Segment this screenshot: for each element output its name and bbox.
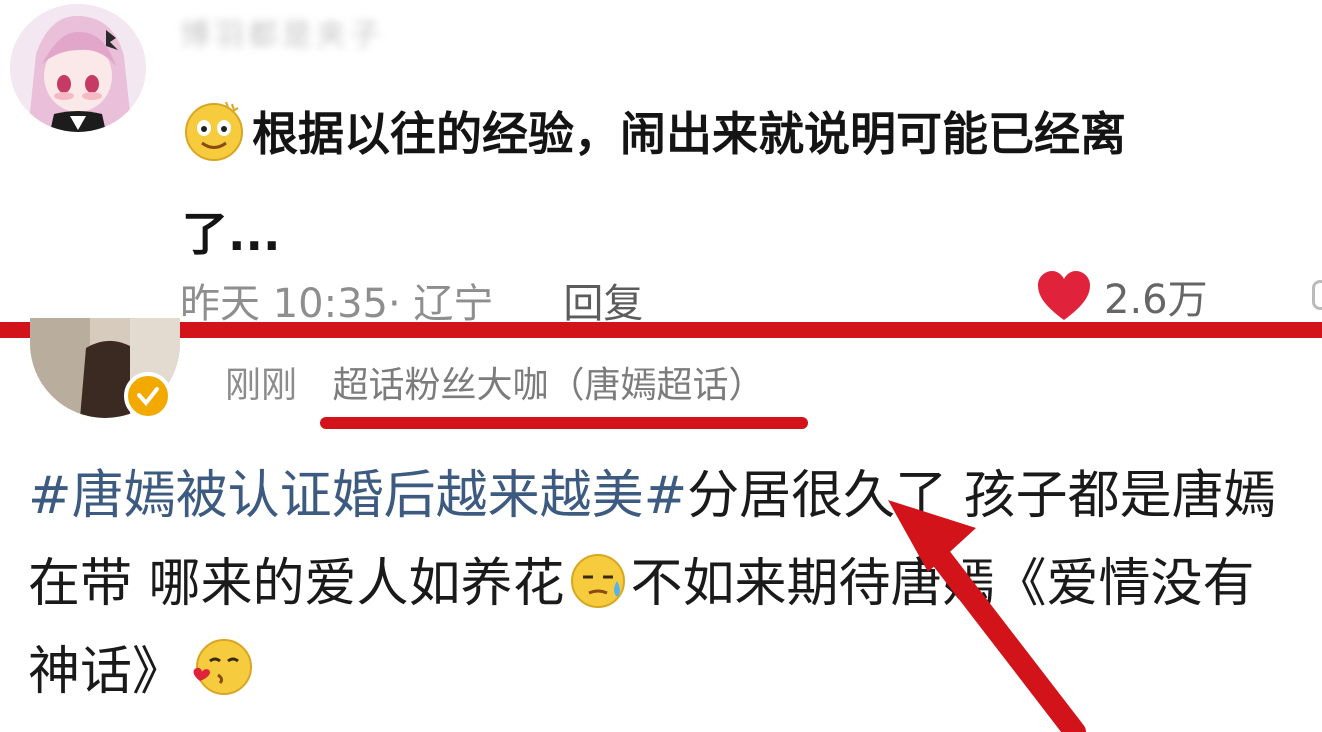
avatar-top-commenter[interactable] <box>10 4 146 132</box>
post-meta: 刚刚 超话粉丝大咖（唐嫣超话） <box>225 356 764 408</box>
time-location: 昨天 10:35· 辽宁 <box>180 281 494 327</box>
smile-emoji-icon <box>182 96 246 161</box>
sweat-emoji-icon <box>569 548 627 608</box>
verified-badge-icon <box>124 372 172 420</box>
red-separator-line <box>0 322 1322 338</box>
hashtag-link[interactable]: #唐嫣被认证婚后越来越美# <box>28 466 687 526</box>
kiss-emoji-icon <box>188 635 254 701</box>
supertopic-tag[interactable]: 超话粉丝大咖（唐嫣超话） <box>332 365 764 406</box>
comment-meta: 昨天 10:35· 辽宁 回复 <box>180 270 643 330</box>
red-underline-annotation <box>320 417 808 429</box>
comment-line-1: 根据以往的经验，闹出来就说明可能已经离 <box>252 107 1126 161</box>
post-time: 刚刚 <box>225 365 298 406</box>
comment-line-2: 了... <box>182 207 281 261</box>
username-blurred[interactable]: 博羽都是夹子 <box>180 10 500 53</box>
heart-icon <box>1038 271 1090 320</box>
reply-button[interactable]: 回复 <box>563 271 643 329</box>
like-button[interactable]: 2.6万 <box>1036 266 1208 326</box>
edge-fragment <box>1312 280 1322 310</box>
comment-text: 根据以往的经验，闹出来就说明可能已经离 了... <box>182 84 1292 284</box>
like-count: 2.6万 <box>1104 277 1208 323</box>
post-text: #唐嫣被认证婚后越来越美#分居很久了 孩子都是唐嫣在带 哪来的爱人如养花 不如来… <box>28 452 1303 716</box>
